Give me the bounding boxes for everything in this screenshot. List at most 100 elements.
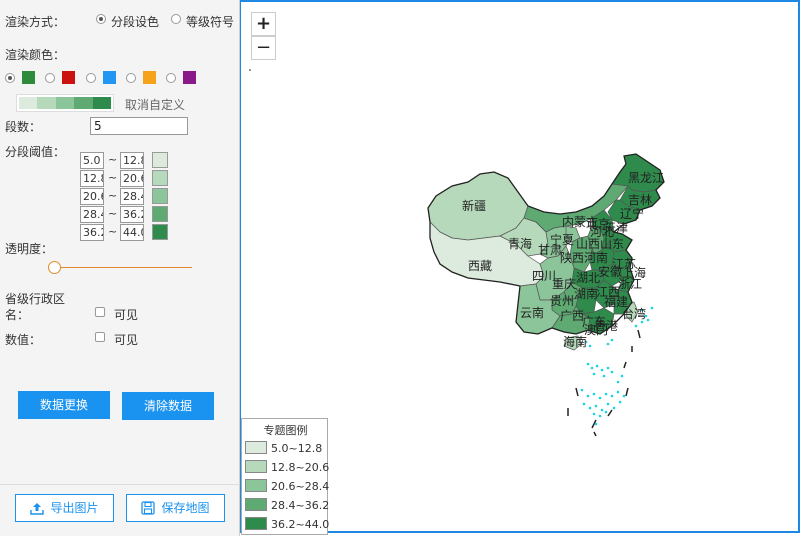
threshold-to-input[interactable]: 12.8 [120,152,144,169]
province-name: 香港 [594,319,618,333]
save-map-button[interactable]: 保存地图 [126,494,225,522]
threshold-to-input[interactable]: 36.2 [120,206,144,223]
province-name: 贵州 [550,294,574,308]
province-name: 天津 [604,221,628,235]
province-name: 新疆 [462,198,486,213]
thematic-legend: 专题图例 5.0~12.8 12.8~20.6 20.6~28.4 28.4~3… [241,418,330,535]
province-name: 黑龙江 [628,171,664,185]
range-separator: ~ [108,225,118,238]
radio-segmented-color[interactable] [96,14,106,24]
upload-icon [30,503,45,515]
save-icon [141,501,156,515]
cancel-custom-link[interactable]: 取消自定义 [125,96,185,113]
threshold-color-swatch[interactable] [152,224,168,240]
threshold-from-input[interactable]: 28.4 [80,206,104,223]
value-visible-checkbox[interactable] [95,332,105,342]
province-name: 河南 [584,250,608,265]
province-name: 青海 [508,236,532,251]
clear-data-button[interactable]: 清除数据 [122,392,214,420]
render-mode-option-segmented[interactable]: 分段设色 [111,13,159,30]
legend-label: 12.8~20.6 [271,461,330,474]
ramp-step-3 [55,97,75,109]
color-swatch-4[interactable] [143,71,156,84]
name-label: 名： [5,308,30,322]
threshold-from-input[interactable]: 20.6 [80,188,104,205]
province-name: 浙江 [618,277,642,291]
province-name: 湖北 [576,270,600,285]
ramp-step-1 [19,97,38,109]
legend-swatch [245,460,267,473]
color-radio-5[interactable] [166,73,176,83]
range-separator: ~ [108,153,118,166]
color-swatch-3[interactable] [103,71,116,84]
color-swatch-2[interactable] [62,71,75,84]
color-radio-2[interactable] [45,73,55,83]
opacity-label: 透明度： [5,242,54,256]
legend-item-1: 5.0~12.8 [245,441,322,457]
range-separator: ~ [108,171,118,184]
segments-label: 段数： [5,120,42,134]
name-visible-label: 可见 [114,308,139,322]
province-name: 台湾 [622,306,646,321]
threshold-to-input[interactable]: 28.4 [120,188,144,205]
legend-item-3: 20.6~28.4 [245,479,329,495]
province-name: 海南 [563,334,587,349]
province-name: 吉林 [628,193,652,207]
legend-item-5: 36.2~44.0 [245,517,329,533]
value-visible-label: 可见 [114,333,139,347]
ramp-step-5 [92,97,112,109]
export-image-button[interactable]: 导出图片 [15,494,114,522]
export-image-label: 导出图片 [50,501,99,515]
save-map-label: 保存地图 [161,501,210,515]
legend-swatch [245,479,267,492]
threshold-to-input[interactable]: 44.0 [120,224,144,241]
province-label: 省级行政区 [5,292,66,306]
threshold-color-swatch[interactable] [152,188,168,204]
range-separator: ~ [108,189,118,202]
opacity-slider-handle[interactable] [48,261,61,274]
legend-label: 5.0~12.8 [271,442,323,455]
legend-label: 36.2~44.0 [271,518,330,531]
legend-title: 专题图例 [263,424,308,437]
color-radio-4[interactable] [126,73,136,83]
threshold-color-swatch[interactable] [152,206,168,222]
render-mode-option-graduated[interactable]: 等级符号 [186,13,234,30]
thresholds-label: 分段阈值： [5,145,66,159]
legend-item-2: 12.8~20.6 [245,460,329,476]
opacity-slider-track[interactable] [54,267,192,268]
threshold-from-input[interactable]: 36.2 [80,224,104,241]
province-name: 山东 [600,237,624,251]
color-ramp-preview[interactable] [16,94,114,112]
province-name: 甘肃 [538,243,562,257]
ramp-step-2 [37,97,56,109]
province-name: 辽宁 [620,206,644,221]
province-name: 西藏 [468,259,492,273]
render-mode-label: 渲染方式： [5,15,66,29]
color-radio-1[interactable] [5,73,15,83]
map-view[interactable]: + − 黑龙江 吉林 辽宁 新疆 内蒙古 北京 河北 天津 宁夏 山西 山东 青… [240,0,800,535]
segments-input[interactable]: 5 [90,117,188,135]
settings-panel: 渲染方式： 分段设色 等级符号 渲染颜色： 取消自定义 段数： 5 分段阈值： … [0,0,240,536]
legend-swatch [245,517,267,530]
name-visible-checkbox[interactable] [95,307,105,317]
radio-graduated-symbol[interactable] [171,14,181,24]
threshold-color-swatch[interactable] [152,152,168,168]
province-name: 陕西 [560,250,584,265]
legend-swatch [245,441,267,454]
color-swatch-5[interactable] [183,71,196,84]
legend-swatch [245,498,267,511]
threshold-from-input[interactable]: 5.0 [80,152,104,169]
data-swap-button[interactable]: 数据更换 [18,391,110,419]
threshold-color-swatch[interactable] [152,170,168,186]
ramp-step-4 [74,97,93,109]
threshold-from-input[interactable]: 12.8 [80,170,104,187]
legend-label: 20.6~28.4 [271,480,330,493]
render-color-label: 渲染颜色： [5,48,66,62]
threshold-to-input[interactable]: 20.6 [120,170,144,187]
province-name: 广西 [560,309,584,323]
color-swatch-1[interactable] [22,71,35,84]
province-name: 重庆 [552,277,576,291]
color-radio-3[interactable] [86,73,96,83]
legend-label: 28.4~36.2 [271,499,330,512]
province-name: 云南 [520,305,544,320]
